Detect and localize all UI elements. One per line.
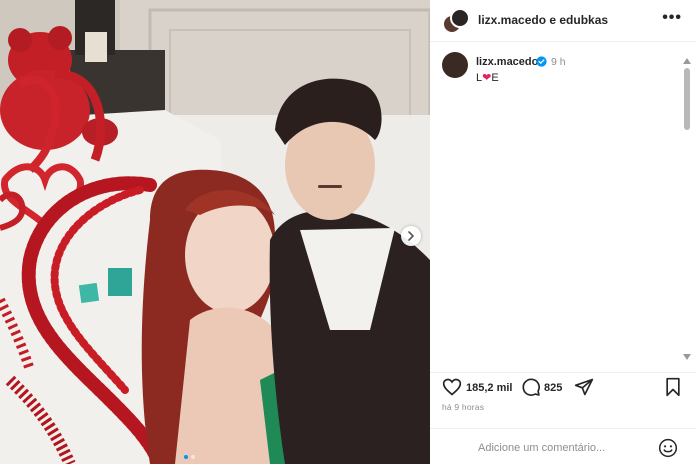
scroll-thumb[interactable] xyxy=(684,68,690,130)
carousel-dot-active xyxy=(184,455,188,459)
caption-time: 9 h xyxy=(551,56,566,68)
verified-badge-icon xyxy=(536,56,547,67)
chevron-right-icon xyxy=(408,231,415,241)
share-icon[interactable] xyxy=(574,377,594,397)
heart-icon[interactable] xyxy=(442,377,462,397)
comment-bar xyxy=(430,428,696,464)
carousel-dot xyxy=(191,455,195,459)
comments-count[interactable]: 825 xyxy=(544,382,562,394)
carousel-indicator xyxy=(184,455,195,459)
posted-time: há 9 horas xyxy=(442,402,485,412)
collab-avatars[interactable] xyxy=(442,8,470,36)
caption-text: L❤E xyxy=(476,71,499,84)
post-authors[interactable]: lizx.macedo e edubkas xyxy=(478,13,608,27)
caption-heart-emoji: ❤ xyxy=(482,72,492,84)
post-photo[interactable] xyxy=(0,0,430,464)
comments-scrollbar[interactable] xyxy=(682,58,692,364)
caption-text-suffix: E xyxy=(491,72,499,84)
next-slide-button[interactable] xyxy=(401,226,421,246)
likes-count[interactable]: 185,2 mil xyxy=(466,382,512,394)
scroll-up-arrow[interactable] xyxy=(683,58,691,64)
post-header: lizx.macedo e edubkas ••• xyxy=(430,0,696,42)
more-options-icon[interactable]: ••• xyxy=(662,10,682,26)
couple-photo-image xyxy=(0,0,430,464)
avatar-edubkas[interactable] xyxy=(450,8,470,28)
emoji-icon[interactable] xyxy=(658,438,678,458)
comment-input[interactable] xyxy=(478,439,658,457)
scroll-down-arrow[interactable] xyxy=(683,354,691,360)
post-actions: 185,2 mil 825 xyxy=(430,372,696,400)
caption-username[interactable]: lizx.macedo xyxy=(476,56,538,68)
caption-avatar[interactable] xyxy=(442,52,468,78)
bookmark-icon[interactable] xyxy=(664,377,682,397)
comment-icon[interactable] xyxy=(521,377,541,397)
